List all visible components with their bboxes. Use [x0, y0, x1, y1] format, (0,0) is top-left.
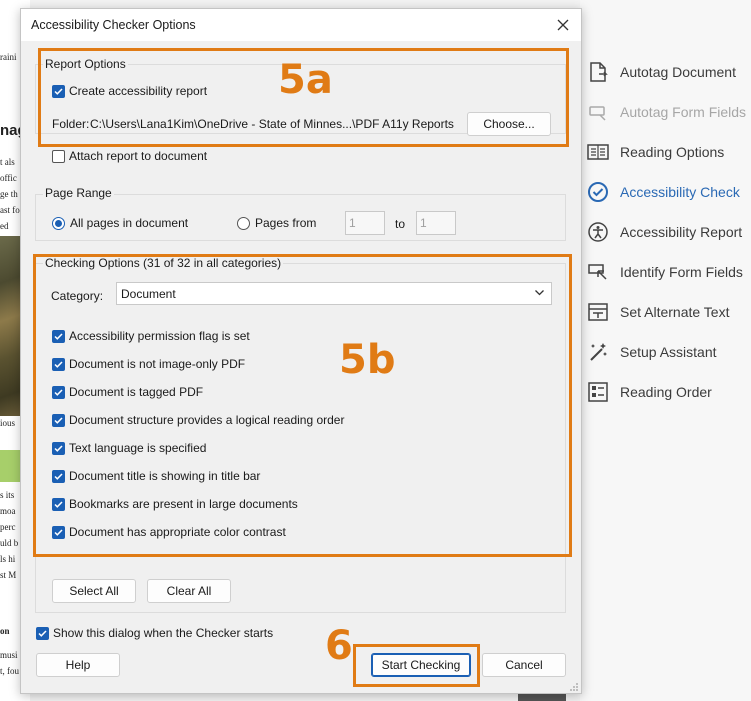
pages-from-input[interactable]: 1 — [345, 211, 385, 235]
tool-label: Autotag Document — [620, 64, 736, 80]
all-pages-label: All pages in document — [70, 216, 189, 230]
doc-text-fragment: raini — [0, 52, 17, 62]
select-all-button[interactable]: Select All — [52, 579, 136, 603]
attach-report-checkbox-row[interactable]: Attach report to document — [52, 149, 207, 163]
annotation-box-6 — [353, 644, 480, 687]
tool-autotag-form-fields[interactable]: Autotag Form Fields — [587, 99, 751, 125]
doc-text-fragment: st M — [0, 570, 17, 580]
doc-text-fragment: uld b — [0, 538, 19, 548]
dialog-title: Accessibility Checker Options — [31, 18, 196, 32]
tool-label: Identify Form Fields — [620, 264, 743, 280]
attach-report-checkbox[interactable] — [52, 149, 65, 163]
tool-accessibility-report[interactable]: Accessibility Report — [587, 219, 751, 245]
tool-autotag-document[interactable]: Autotag Document — [587, 59, 751, 85]
tool-label: Autotag Form Fields — [620, 104, 747, 120]
pages-from-radio[interactable] — [237, 216, 250, 230]
attach-report-label: Attach report to document — [69, 149, 208, 163]
doc-text-fragment: ed — [0, 221, 9, 231]
doc-text-fragment: s its — [0, 490, 15, 500]
tool-reading-order[interactable]: Reading Order — [587, 379, 751, 405]
tool-label: Set Alternate Text — [620, 304, 730, 320]
pages-from-radio-row[interactable]: Pages from — [237, 216, 316, 230]
doc-text-fragment: on — [0, 626, 10, 636]
tool-label: Accessibility Report — [620, 224, 743, 240]
annotation-label-5b: 5b — [339, 337, 396, 383]
clear-all-button[interactable]: Clear All — [147, 579, 231, 603]
show-dialog-checkbox-row[interactable]: Show this dialog when the Checker starts — [36, 626, 273, 640]
doc-text-fragment: moa — [0, 506, 16, 516]
autotag-form-fields-icon — [587, 101, 609, 123]
autotag-document-icon — [587, 61, 609, 83]
pages-to-input[interactable]: 1 — [416, 211, 456, 235]
setup-assistant-icon — [587, 341, 609, 363]
doc-text-fragment: offic — [0, 173, 17, 183]
doc-text-fragment: ast fo — [0, 205, 20, 215]
reading-options-icon — [587, 141, 609, 163]
accessibility-report-icon — [587, 221, 609, 243]
doc-text-fragment: ge th — [0, 189, 18, 199]
doc-text-fragment: perc — [0, 522, 16, 532]
close-icon[interactable] — [551, 13, 575, 37]
page-range-title: Page Range — [43, 186, 114, 200]
all-pages-radio[interactable] — [52, 216, 65, 230]
show-dialog-label: Show this dialog when the Checker starts — [53, 626, 274, 640]
all-pages-radio-row[interactable]: All pages in document — [52, 216, 188, 230]
tool-identify-form-fields[interactable]: Identify Form Fields — [587, 259, 751, 285]
set-alternate-text-icon — [587, 301, 609, 323]
tool-label: Setup Assistant — [620, 344, 717, 360]
annotation-label-6: 6 — [325, 623, 353, 669]
resize-grip-icon[interactable] — [569, 681, 579, 691]
tool-label: Reading Order — [620, 384, 712, 400]
annotation-label-5a: 5a — [278, 57, 333, 103]
doc-text-fragment: ls hi — [0, 554, 16, 564]
tool-accessibility-check[interactable]: Accessibility Check — [587, 179, 751, 205]
doc-text-fragment: musi — [0, 650, 18, 660]
pages-from-label: Pages from — [255, 216, 317, 230]
doc-text-fragment: ious — [0, 418, 16, 428]
to-label: to — [395, 217, 406, 231]
help-button[interactable]: Help — [36, 653, 120, 677]
accessibility-check-icon — [587, 181, 609, 203]
annotation-box-5b — [33, 254, 572, 557]
reading-order-icon — [587, 381, 609, 403]
show-dialog-checkbox[interactable] — [36, 626, 49, 640]
tool-set-alternate-text[interactable]: Set Alternate Text — [587, 299, 751, 325]
tool-label: Accessibility Check — [620, 184, 740, 200]
tool-setup-assistant[interactable]: Setup Assistant — [587, 339, 751, 365]
tool-reading-options[interactable]: Reading Options — [587, 139, 751, 165]
cancel-button[interactable]: Cancel — [482, 653, 566, 677]
identify-form-fields-icon — [587, 261, 609, 283]
doc-text-fragment: t, fou — [0, 666, 19, 676]
dialog-title-bar: Accessibility Checker Options — [21, 9, 581, 41]
tool-label: Reading Options — [620, 144, 725, 160]
doc-text-fragment: t als — [0, 157, 15, 167]
